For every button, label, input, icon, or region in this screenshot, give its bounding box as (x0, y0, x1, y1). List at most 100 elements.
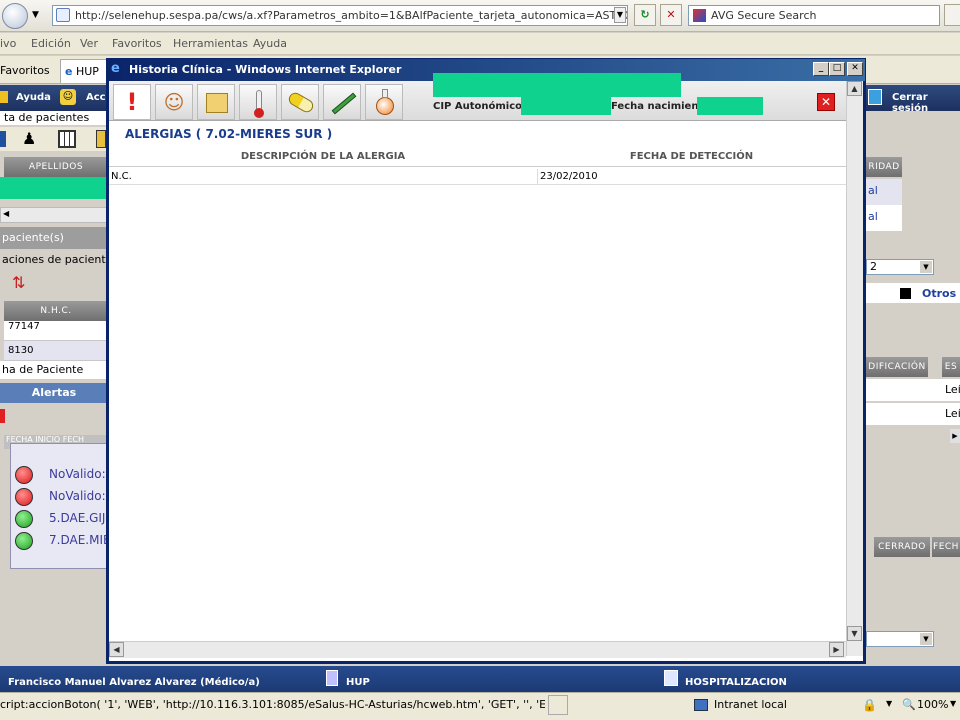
hospitalizacion-label[interactable]: HOSPITALIZACION (685, 677, 787, 688)
fech-header[interactable]: FECH (932, 537, 960, 557)
alert-item[interactable]: NoValido:7 (15, 464, 113, 486)
menu-edicion[interactable]: Edición (31, 37, 71, 50)
right-row[interactable]: al (866, 179, 902, 205)
stop-button[interactable]: ✕ (660, 4, 682, 26)
redacted-cip (521, 97, 611, 115)
grid-icon[interactable] (58, 130, 76, 148)
doctor-icon[interactable]: ☺ (155, 84, 193, 120)
vertical-scrollbar[interactable]: ▲ ▼ (846, 81, 863, 656)
col-description[interactable]: DESCRIPCIÓN DE LA ALERGIA (109, 147, 537, 167)
historia-clinica-window: e Historia Clínica - Windows Internet Ex… (106, 58, 866, 664)
alert-icon[interactable]: ! (113, 84, 151, 120)
lei-row[interactable]: Leí (866, 379, 960, 401)
scroll-left-icon[interactable]: ◀ (3, 209, 9, 218)
flask-icon[interactable] (365, 84, 403, 120)
allergy-description: N.C. (111, 171, 132, 182)
back-button[interactable] (2, 3, 28, 29)
allergy-table-header: DESCRIPCIÓN DE LA ALERGIA FECHA DE DETEC… (109, 147, 846, 167)
ie-icon: e (111, 61, 120, 76)
alert-green-dot-icon (15, 510, 33, 528)
redacted-name (0, 177, 112, 199)
thermometer-icon[interactable] (239, 84, 277, 120)
refresh-button[interactable]: ↻ (634, 4, 656, 26)
syringe-icon[interactable] (323, 84, 361, 120)
modificacion-header[interactable]: DIFICACIÓN (866, 357, 928, 377)
menu-favoritos[interactable]: Favoritos (112, 37, 162, 50)
address-dropdown-icon[interactable]: ▼ (614, 7, 626, 23)
hup-label[interactable]: HUP (346, 677, 370, 688)
right-panel: RIDAD al al 2 ▼ Otros DIFICACIÓN ES Leí … (866, 111, 960, 666)
minimize-button[interactable]: _ (813, 62, 829, 76)
scroll-up-icon[interactable]: ▲ (847, 81, 862, 96)
ridad-header[interactable]: RIDAD (866, 157, 902, 177)
nhc-header[interactable]: N.H.C. (4, 301, 108, 321)
patient-ops-label: aciones de pacient (2, 253, 106, 266)
ie-icon: e (65, 65, 73, 78)
favorites-button[interactable]: Favoritos (0, 64, 50, 77)
acc-button[interactable]: Acc (86, 92, 106, 103)
zone-label: Intranet local (714, 698, 787, 711)
menu-herramientas[interactable]: Herramientas (173, 37, 248, 50)
table-row[interactable]: N.C. 23/02/2010 (109, 169, 846, 185)
close-window-button[interactable]: ✕ (847, 62, 863, 76)
otros-link[interactable]: Otros (922, 287, 956, 300)
nhc-row[interactable]: 8130 (4, 341, 108, 361)
es-header[interactable]: ES (942, 357, 960, 377)
left-hscroll[interactable]: ◀ (0, 207, 108, 223)
alert-item[interactable]: 5.DAE.GIJ (15, 508, 109, 530)
zoom-dropdown-icon[interactable]: ▼ (886, 699, 892, 708)
zoom-dropdown-icon[interactable]: ▼ (950, 699, 956, 708)
help-button[interactable]: Ayuda (16, 92, 51, 103)
scroll-down-icon[interactable]: ▼ (847, 626, 862, 641)
patients-count-label: paciente(s) (0, 227, 108, 249)
lei-row[interactable]: Leí (866, 403, 960, 425)
nhc-row[interactable]: 77147 (4, 321, 108, 341)
search-go-button[interactable] (944, 4, 960, 26)
scroll-right-icon[interactable]: ▶ (829, 642, 844, 657)
search-input[interactable]: AVG Secure Search (688, 5, 940, 26)
alert-item[interactable]: NoValido:S (15, 486, 113, 508)
scroll-right-icon[interactable]: ▶ (950, 429, 960, 443)
select-dropdown-icon[interactable]: ▼ (920, 261, 932, 273)
avg-logo-icon (693, 9, 706, 22)
alert-red-dot-icon (15, 488, 33, 506)
cerrado-header[interactable]: CERRADO (874, 537, 930, 557)
menu-archivo[interactable]: ivo (0, 37, 16, 50)
cip-label: CIP Autonómico: (433, 101, 527, 112)
lock-icon[interactable] (96, 130, 106, 148)
smiley-icon: ☺ (60, 89, 76, 105)
app-taskbar: Francisco Manuel Alvarez Alvarez (Médico… (0, 666, 960, 692)
person-icon[interactable]: ♟ (22, 129, 36, 148)
dropdown-icon[interactable]: ▼ (32, 10, 39, 20)
window-title: Historia Clínica - Windows Internet Expl… (129, 63, 402, 76)
redacted-patient-name (433, 73, 681, 97)
apellidos-header[interactable]: APELLIDOS (4, 157, 108, 177)
menu-ayuda[interactable]: Ayuda (253, 37, 287, 50)
right-row[interactable]: al (866, 205, 902, 231)
horizontal-scrollbar[interactable]: ◀ ▶ (109, 641, 846, 658)
record-icon-toolbar: ! ☺ CIP Autonómico: Fecha nacimiento ✕ (109, 73, 846, 121)
zoom-icon: 🔍 (902, 698, 916, 711)
help-icon (0, 91, 8, 103)
alert-item[interactable]: 7.DAE.MIE (15, 530, 111, 552)
window-icon (664, 670, 678, 686)
right-select-bottom[interactable]: ▼ (866, 631, 934, 647)
col-date[interactable]: FECHA DE DETECCIÓN (537, 147, 846, 167)
tab-hup[interactable]: e HUP (60, 59, 110, 83)
pill-icon[interactable] (281, 84, 319, 120)
redacted-birth-date (697, 97, 763, 115)
address-input[interactable]: http://selenehup.sespa.pa/cws/a.xf?Param… (52, 5, 628, 26)
right-select[interactable]: 2 ▼ (866, 259, 934, 275)
alert-marker (0, 409, 5, 423)
select-dropdown-icon[interactable]: ▼ (920, 633, 932, 645)
folders-icon[interactable] (197, 84, 235, 120)
menu-ver[interactable]: Ver (80, 37, 98, 50)
scroll-left-icon[interactable]: ◀ (109, 642, 124, 657)
left-panel: ta de pacientes ♟ APELLIDOS ◀ paciente(s… (0, 111, 113, 666)
sort-arrows-icon[interactable]: ⇅ (12, 273, 30, 293)
security-icon[interactable]: 🔒 (862, 698, 877, 712)
maximize-button[interactable]: □ (829, 62, 845, 76)
zoom-level[interactable]: 100% (917, 698, 948, 711)
close-record-button[interactable]: ✕ (817, 93, 835, 111)
user-label: Francisco Manuel Alvarez Alvarez (Médico… (8, 677, 260, 688)
